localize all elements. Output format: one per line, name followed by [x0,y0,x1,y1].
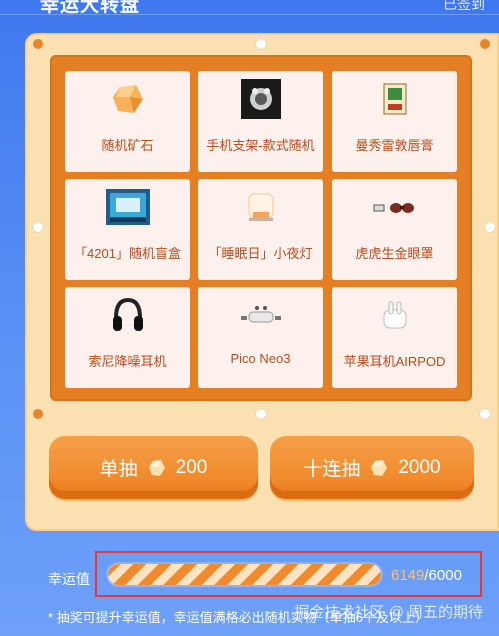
prize-label: 曼秀雷敦唇膏 [355,138,434,153]
ten-draw-button[interactable]: 十连抽 2000 [270,436,474,499]
light-dot [33,222,43,232]
prize-label: Pico Neo3 [230,351,291,366]
blind-box-icon [105,179,150,235]
light-dot [33,409,43,419]
prize-label: 手机支架-款式随机 [206,138,315,153]
prize-label: 索尼降噪耳机 [88,354,167,369]
light-dot [480,39,490,49]
prize-cell[interactable]: 苹果耳机AIRPOD [332,287,457,388]
luck-progress-fill [108,564,381,585]
vr-headset-icon [239,287,283,343]
prize-cell[interactable]: 「4201」随机盲盒 [65,179,190,280]
checkin-status[interactable]: 已签到 [443,0,485,14]
headphones-icon [111,287,145,343]
luck-progress-bar [108,564,381,585]
single-draw-cost: 200 [175,456,208,478]
luck-value: 6149/6000 [391,567,462,584]
luck-label: 幸运值 [48,571,90,587]
eye-mask-icon [372,179,418,235]
light-dot [256,409,266,419]
ten-draw-cost: 2000 [398,456,441,478]
light-dot [256,39,266,49]
ten-draw-label: 十连抽 [303,459,361,480]
airpods-icon [382,287,408,343]
ore-coin-icon [148,459,166,477]
prize-label: 「睡眠日」小夜灯 [208,246,313,261]
prize-label: 苹果耳机AIRPOD [343,354,446,369]
luck-max: 6000 [428,567,462,584]
prize-cell[interactable]: Pico Neo3 [198,287,323,388]
ore-icon [110,71,146,127]
prize-label: 「4201」随机盲盒 [74,246,181,261]
divider [0,14,499,15]
prize-label: 虎虎生金眼罩 [355,246,434,261]
light-dot [485,222,495,232]
single-draw-button[interactable]: 单抽 200 [49,436,258,499]
prize-label: 随机矿石 [101,138,154,153]
night-light-icon [247,179,275,235]
watermark: 掘金技术社区 @ 周五的期待 [294,604,483,621]
phone-stand-icon [240,71,281,127]
ore-coin-icon [370,459,388,477]
light-dot [33,39,43,49]
prize-cell[interactable]: 随机矿石 [65,71,190,172]
prize-cell[interactable]: 索尼降噪耳机 [65,287,190,388]
light-dot [480,409,490,419]
single-draw-label: 单抽 [99,459,138,480]
luck-current: 6149 [391,567,425,584]
prize-cell[interactable]: 手机支架-款式随机 [198,71,323,172]
prize-cell[interactable]: 「睡眠日」小夜灯 [198,179,323,280]
prize-cell[interactable]: 曼秀雷敦唇膏 [332,71,457,172]
lip-balm-icon [382,71,408,127]
prize-cell[interactable]: 虎虎生金眼罩 [332,179,457,280]
